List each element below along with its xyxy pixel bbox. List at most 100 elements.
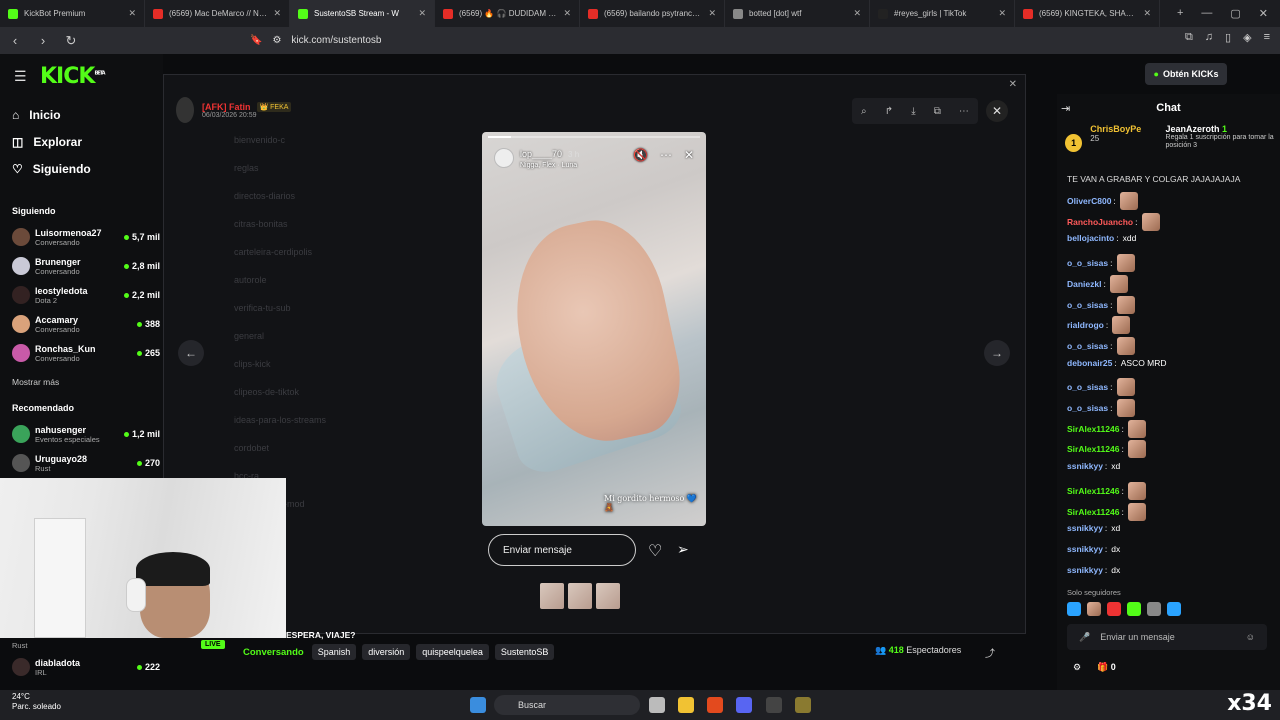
close-tab-icon[interactable]: ✕ [273, 8, 281, 19]
chat-username[interactable]: debonair25 [1067, 358, 1112, 368]
sidebar-channel-item[interactable]: Uruguayo28 Rust 270 [12, 450, 160, 476]
sidebar-channel-item[interactable]: Accamary Conversando 388 [12, 311, 160, 337]
close-viewer-button[interactable]: ✕ [986, 100, 1008, 122]
emote-icon[interactable] [1127, 602, 1141, 616]
emote-icon[interactable] [1067, 602, 1081, 616]
reload-icon[interactable]: ↻ [64, 33, 78, 49]
back-icon[interactable]: ‹ [8, 33, 22, 48]
story-image[interactable]: lop____70 3 h Nigga, Flex · Luna 🔇 ⋯ ✕ Mi… [482, 132, 706, 526]
mute-icon[interactable]: 🔇 [633, 148, 648, 162]
chat-username[interactable]: ssnikkyy [1067, 461, 1103, 471]
open-external-icon[interactable]: ⧉ [934, 106, 941, 117]
stream-tag[interactable]: diversión [362, 644, 411, 660]
brave-browser-icon[interactable] [707, 697, 723, 713]
get-kicks-button[interactable]: ● Obtén KICKs [1145, 63, 1227, 85]
chat-input[interactable]: 🎤 Enviar un mensaje ☺ [1067, 624, 1267, 650]
close-tab-icon[interactable]: ✕ [563, 8, 571, 19]
app-icon[interactable] [795, 697, 811, 713]
sidebar-channel-item[interactable]: Ronchas_Kun Conversando 265 [12, 340, 160, 366]
app-icon[interactable] [766, 697, 782, 713]
zoom-icon[interactable]: ⌕ [861, 106, 867, 117]
show-more-link[interactable]: Mostrar más [12, 377, 59, 387]
wallet-icon[interactable]: ◈ [1243, 31, 1251, 44]
emoji-icon[interactable]: ☺ [1246, 632, 1255, 642]
gift-icon[interactable]: 🎁 0 [1097, 662, 1116, 673]
browser-tab[interactable]: (6569) KINGTEKA, SHAKA, CIR ✕ [1015, 0, 1160, 27]
modal-window-close-icon[interactable]: ✕ [1009, 79, 1017, 90]
story-close-icon[interactable]: ✕ [684, 148, 694, 162]
story-avatar[interactable] [494, 147, 514, 168]
close-tab-icon[interactable]: ✕ [418, 8, 426, 19]
chat-username[interactable]: RanchoJuancho [1067, 217, 1133, 227]
windows-start-icon[interactable] [470, 697, 486, 713]
thumbnail[interactable] [596, 583, 620, 609]
next-arrow-icon[interactable]: → [984, 340, 1010, 366]
chat-username[interactable]: ssnikkyy [1067, 544, 1103, 554]
site-settings-icon[interactable]: ⚙ [272, 35, 281, 46]
new-tab-button[interactable]: + [1177, 7, 1183, 20]
sidebar-channel-item[interactable]: nahusenger Eventos especiales 1,2 mil [12, 421, 160, 447]
emote-icon[interactable] [1147, 602, 1161, 616]
sidebar-channel-item[interactable]: Luisormenoa27 Conversando 5,7 mil [12, 224, 160, 250]
close-tab-icon[interactable]: ✕ [708, 8, 716, 19]
story-more-icon[interactable]: ⋯ [660, 148, 672, 162]
task-view-icon[interactable] [649, 697, 665, 713]
weather-widget[interactable]: 24°C Parc. soleado [12, 692, 61, 712]
extension-icon[interactable]: ⧉ [1185, 31, 1193, 44]
close-tab-icon[interactable]: ✕ [853, 8, 861, 19]
browser-tab[interactable]: KickBot Premium ✕ [0, 0, 145, 27]
menu-icon[interactable]: ≡ [1264, 31, 1270, 44]
minimize-button[interactable]: — [1201, 7, 1212, 20]
chat-username[interactable]: SirAlex11246 [1067, 507, 1119, 517]
browser-tab[interactable]: botted [dot] wtf ✕ [725, 0, 870, 27]
bookmark-icon[interactable]: 🔖 [250, 35, 262, 46]
microphone-icon[interactable]: 🎤 [1079, 632, 1090, 643]
settings-icon[interactable]: ⚙ [1073, 662, 1081, 673]
browser-tab[interactable]: (6569) 🔥 🎧 DUDIDAM REMI ✕ [435, 0, 580, 27]
send-icon[interactable]: ➢ [677, 541, 689, 558]
chat-username[interactable]: Daniezkl [1067, 279, 1102, 289]
chat-username[interactable]: SirAlex11246 [1067, 486, 1119, 496]
browser-tab[interactable]: (6569) bailando psytrance (my ✕ [580, 0, 725, 27]
share-icon[interactable]: ⤴ [985, 645, 995, 660]
nav-home[interactable]: ⌂ Inicio [12, 108, 61, 122]
download-icon[interactable]: ⤓ [911, 106, 915, 117]
sidebar-toggle-icon[interactable]: ▯ [1225, 31, 1231, 44]
stream-tag[interactable]: SustentoSB [494, 644, 555, 660]
chat-username[interactable]: ssnikkyy [1067, 523, 1103, 533]
stream-tag[interactable]: Spanish [311, 644, 357, 660]
chat-username[interactable]: SirAlex11246 [1067, 424, 1119, 434]
chat-username[interactable]: o_o_sisas [1067, 341, 1108, 351]
chat-username[interactable]: rialdrogo [1067, 320, 1104, 330]
url-text[interactable]: kick.com/sustentosb [291, 35, 381, 46]
previous-arrow-icon[interactable]: ← [178, 340, 204, 366]
browser-tab[interactable]: SustentoSB Stream - W ✕ [290, 0, 435, 27]
chat-username[interactable]: OliverC800 [1067, 196, 1111, 206]
file-explorer-icon[interactable] [678, 697, 694, 713]
chat-username[interactable]: ssnikkyy [1067, 565, 1103, 575]
kick-logo[interactable]: KICKBETA [40, 64, 106, 89]
taskbar-search[interactable]: Buscar [494, 695, 640, 715]
sidebar-channel-item[interactable]: leostyledota Dota 2 2,2 mil [12, 282, 160, 308]
browser-tab[interactable]: #reyes_girls | TikTok ✕ [870, 0, 1015, 27]
chat-username[interactable]: o_o_sisas [1067, 258, 1108, 268]
music-icon[interactable]: ♫ [1205, 31, 1213, 44]
emote-icon[interactable] [1107, 602, 1121, 616]
thumbnail[interactable] [568, 583, 592, 609]
chat-username[interactable]: bellojacinto [1067, 233, 1114, 243]
nav-following[interactable]: ♡ Siguiendo [12, 162, 91, 176]
chat-username[interactable]: o_o_sisas [1067, 300, 1108, 310]
like-heart-icon[interactable]: ♡ [648, 541, 662, 561]
reply-input[interactable]: Enviar mensaje [488, 534, 636, 566]
category-link[interactable]: Conversando [243, 647, 304, 658]
emote-icon[interactable] [1087, 602, 1101, 616]
close-tab-icon[interactable]: ✕ [1143, 8, 1151, 19]
hamburger-menu-icon[interactable]: ☰ [14, 68, 27, 85]
forward-icon[interactable]: › [36, 33, 50, 48]
close-window-button[interactable]: ✕ [1259, 7, 1268, 20]
discord-icon[interactable] [736, 697, 752, 713]
sidebar-channel-item[interactable]: Brunenger Conversando 2,8 mil [12, 253, 160, 279]
nav-explore[interactable]: ◫ Explorar [12, 135, 82, 149]
chat-username[interactable]: o_o_sisas [1067, 382, 1108, 392]
chat-username[interactable]: SirAlex11246 [1067, 444, 1119, 454]
